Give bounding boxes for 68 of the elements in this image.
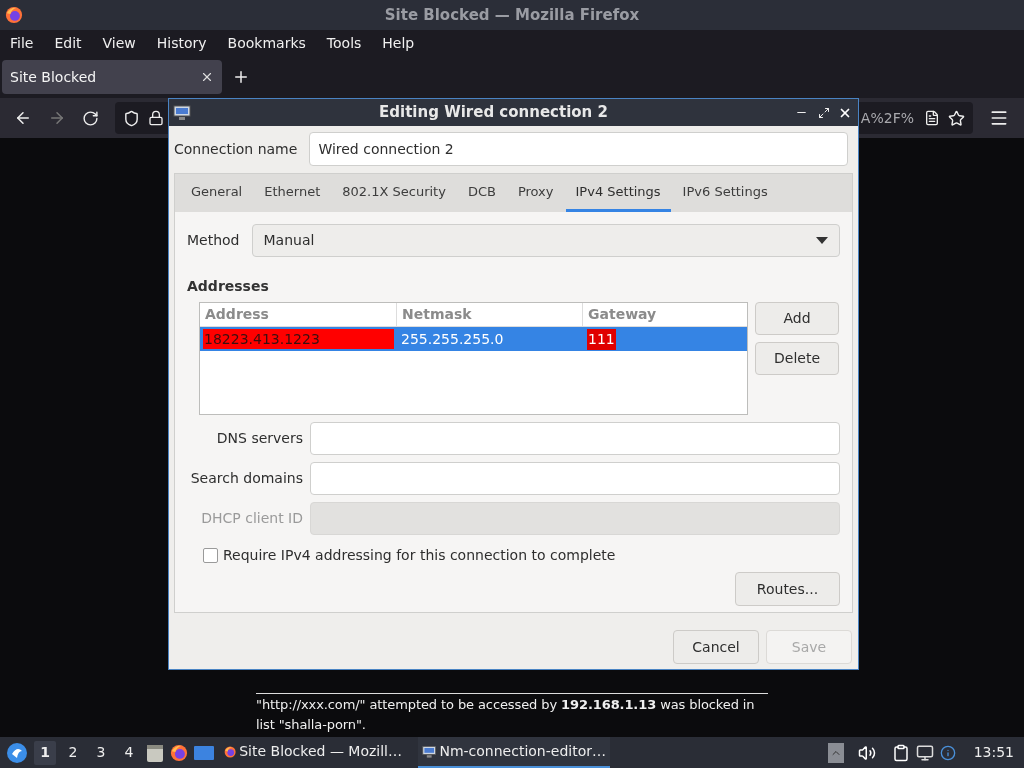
workspace-button[interactable]: 4 — [118, 740, 140, 765]
url-text: A%2F% — [860, 108, 914, 128]
block-message: "http://xxx.com/" attempted to be accessed by 192.168.1.13 was blocked in list "shalla-porn". — [256, 697, 755, 732]
forward-icon — [48, 109, 66, 127]
settings-tab[interactable]: DCB — [457, 174, 506, 212]
reader-view-icon[interactable] — [924, 110, 940, 126]
dropdown-arrow-icon — [816, 237, 828, 244]
text-field[interactable] — [310, 462, 840, 495]
checkbox[interactable] — [203, 548, 218, 563]
reload-icon[interactable] — [82, 109, 99, 127]
network-monitor-icon — [422, 743, 437, 760]
new-tab-icon[interactable] — [232, 68, 250, 86]
clipboard-icon[interactable] — [891, 743, 910, 762]
workspace-button[interactable]: 1 — [34, 740, 56, 765]
field-label: Connection name — [174, 139, 298, 159]
maximize-icon[interactable] — [818, 106, 830, 119]
menu-item[interactable]: File — [10, 32, 34, 54]
bookmark-star-icon[interactable] — [948, 109, 965, 127]
address-button[interactable]: Add — [755, 302, 839, 335]
workspace-button[interactable]: 3 — [90, 740, 112, 765]
method-dropdown[interactable]: Manual — [251, 224, 840, 257]
tray-expand-button[interactable] — [827, 742, 844, 763]
section-heading: Addresses — [187, 277, 270, 296]
checkbox-label: Require IPv4 addressing for this connection to complete — [223, 546, 616, 565]
menu-item[interactable]: Tools — [326, 32, 362, 54]
taskbar-task[interactable]: Site Blocked — Mozill… — [220, 737, 406, 768]
menu-item[interactable]: Bookmarks — [227, 32, 306, 54]
table-cell: 111 — [587, 328, 616, 350]
address-button[interactable]: Delete — [755, 342, 839, 375]
menu-item[interactable]: Help — [382, 32, 415, 54]
field-label: DNS servers — [215, 429, 303, 448]
field-label: Method — [187, 231, 240, 250]
browser-tab[interactable]: Site Blocked — [2, 60, 222, 94]
settings-tab[interactable]: General — [181, 174, 253, 212]
settings-tab[interactable]: IPv6 Settings — [672, 174, 778, 212]
routes-button[interactable]: Routes... — [735, 572, 840, 606]
menu-item[interactable]: History — [156, 32, 207, 54]
settings-tab[interactable]: Proxy — [507, 174, 564, 212]
firefox-icon — [5, 6, 23, 24]
network-monitor-icon — [173, 104, 191, 121]
start-menu-icon[interactable] — [6, 741, 28, 764]
dialog-button[interactable]: Cancel — [673, 630, 759, 664]
settings-tab[interactable]: Ethernet — [254, 174, 331, 212]
address-edit-field[interactable]: 18223.413.1223 — [203, 329, 394, 349]
lock-icon[interactable] — [148, 110, 164, 126]
menu-item[interactable]: View — [102, 32, 136, 54]
close-icon[interactable] — [200, 70, 214, 84]
text-field[interactable] — [310, 422, 840, 455]
table-row[interactable]: 18223.413.1223 255.255.255.0 111 — [200, 327, 747, 351]
settings-tab[interactable]: 802.1X Security — [332, 174, 456, 212]
menu-icon[interactable] — [989, 108, 1009, 128]
menu-item[interactable]: Edit — [54, 32, 82, 54]
taskbar-task[interactable]: Nm-connection-editor… — [418, 737, 610, 768]
desktop-icon[interactable] — [194, 744, 214, 761]
connection-name-field[interactable]: Wired connection 2 — [309, 132, 848, 166]
field-label: Search domains — [189, 469, 303, 488]
file-cabinet-icon[interactable] — [146, 742, 164, 763]
clock[interactable]: 13:51 — [973, 742, 1014, 763]
field-label: DHCP client ID — [200, 509, 303, 528]
dialog-title: Editing Wired connection 2 — [378, 102, 609, 124]
table-cell-text: 255.255.255.0 — [401, 329, 504, 349]
window-title: Site Blocked — Mozilla Firefox — [383, 4, 641, 26]
shield-icon[interactable] — [123, 109, 140, 127]
volume-icon[interactable] — [857, 743, 876, 762]
workspace-button[interactable]: 2 — [62, 740, 84, 765]
firefox-launcher-icon — [170, 743, 188, 762]
back-icon[interactable] — [14, 109, 32, 127]
notification-icon[interactable] — [939, 744, 956, 761]
